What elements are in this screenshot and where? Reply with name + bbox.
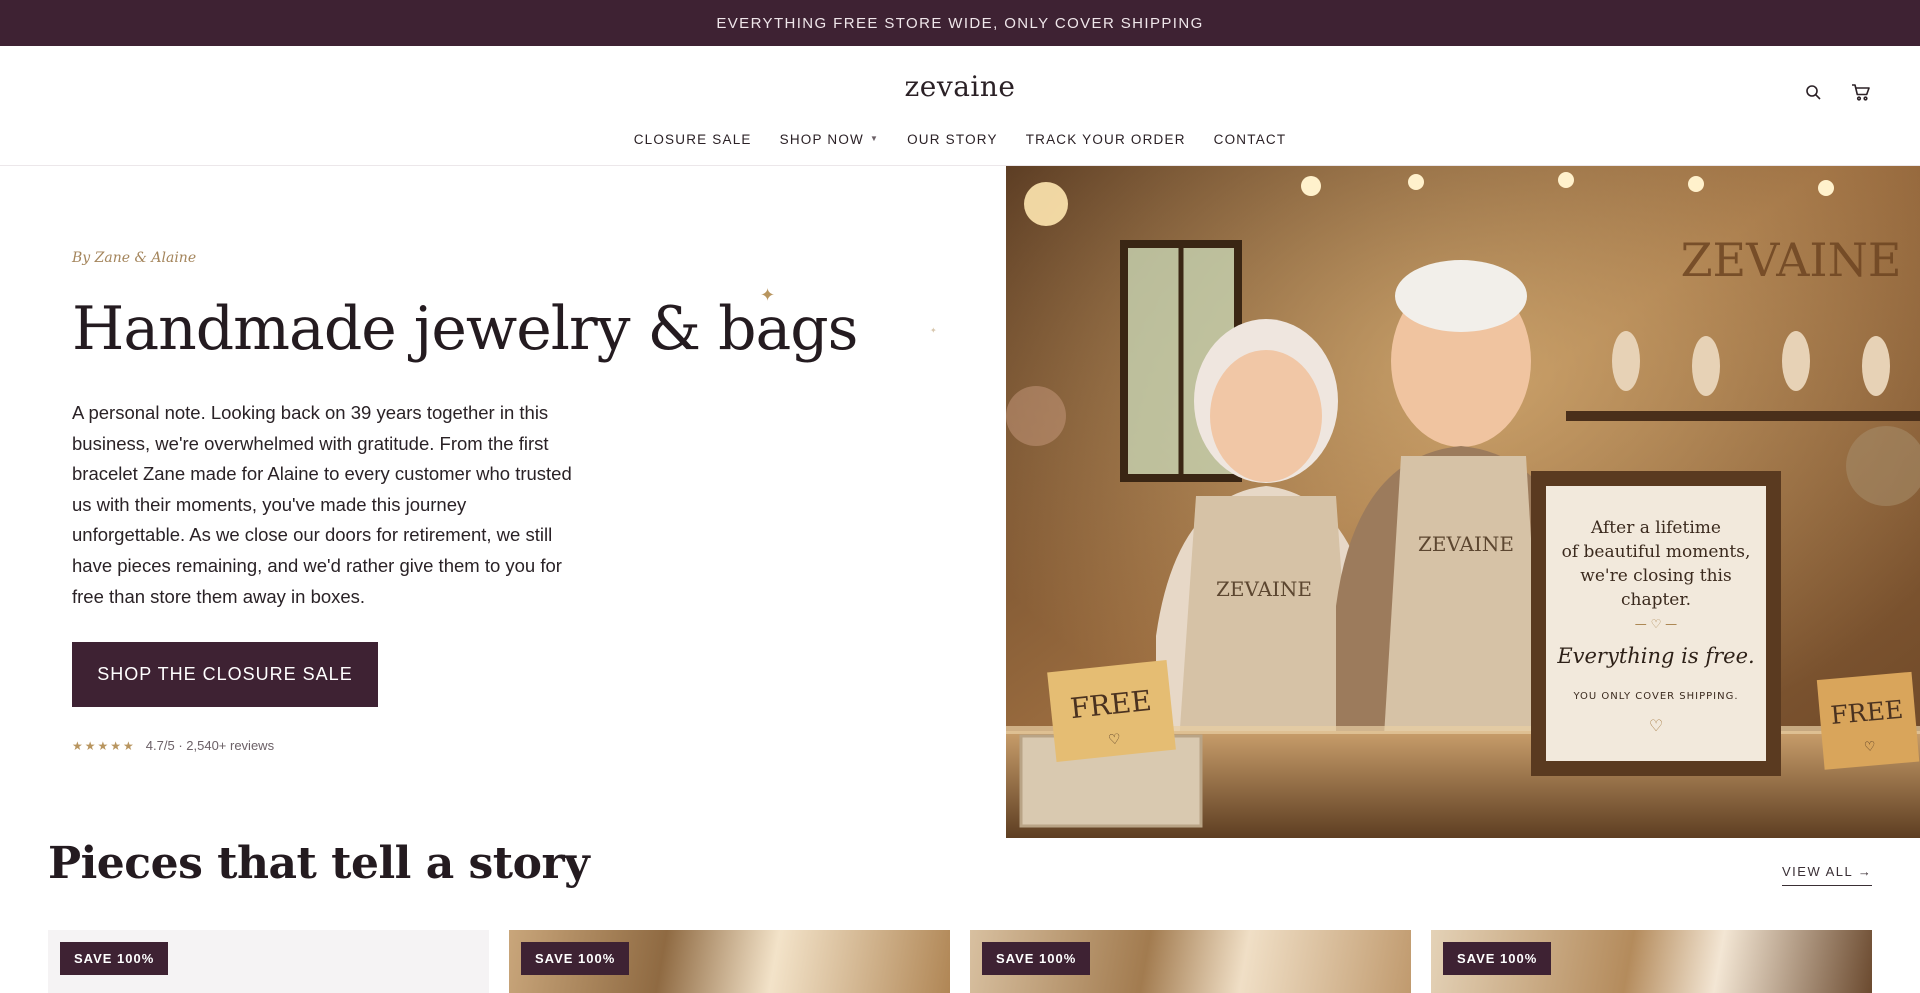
view-all-link[interactable]: VIEW ALL → [1782, 864, 1873, 886]
star-rating-icon: ★★★★★ [72, 738, 136, 753]
nav-track-order[interactable]: TRACK YOUR ORDER [1026, 132, 1186, 147]
svg-text:♡: ♡ [1649, 716, 1663, 735]
product-card[interactable]: SAVE 100% [48, 930, 489, 993]
hero-title: Handmade jewelry & bags [72, 294, 858, 364]
hero-byline: By Zane & Alaine [72, 250, 197, 266]
nav-label: CONTACT [1213, 132, 1287, 147]
hero-image: ZEVAINE ZEVAINE ZEVAINE FREE ♡ After a l… [1006, 166, 1920, 838]
announcement-bar: EVERYTHING FREE STORE WIDE, ONLY COVER S… [0, 0, 1920, 46]
nav-shop-now[interactable]: SHOP NOW ▼ [780, 132, 879, 147]
hero-intro: A personal note. Looking back on 39 year… [72, 402, 572, 607]
frame-script: Everything is free. [1556, 644, 1754, 668]
nav-label: TRACK YOUR ORDER [1025, 132, 1186, 147]
wall-sign-text: ZEVAINE [1681, 233, 1902, 287]
rating: ★★★★★ 4.7/5 · 2,540+ reviews [72, 738, 274, 753]
frame-line: chapter. [1621, 590, 1691, 610]
search-icon[interactable] [1800, 79, 1826, 105]
frame-line: of beautiful moments, [1562, 542, 1751, 562]
announcement-text: EVERYTHING FREE STORE WIDE, ONLY COVER S… [716, 14, 1204, 32]
nav-closure-sale[interactable]: CLOSURE SALE [634, 132, 752, 147]
main-nav: CLOSURE SALE SHOP NOW ▼ OUR STORY TRACK Y… [0, 132, 1920, 147]
apron-text: ZEVAINE [1216, 577, 1312, 601]
product-card[interactable]: SAVE 100% [970, 930, 1411, 993]
nav-label: OUR STORY [907, 132, 998, 147]
sale-badge: SAVE 100% [521, 942, 630, 975]
product-card[interactable]: SAVE 100% [1431, 930, 1872, 993]
apron-text: ZEVAINE [1418, 532, 1514, 556]
chevron-down-icon: ▼ [869, 134, 880, 143]
sale-badge: SAVE 100% [982, 942, 1091, 975]
svg-text:♡: ♡ [1863, 739, 1876, 755]
svg-text:♡: ♡ [1107, 731, 1121, 748]
sale-badge: SAVE 100% [1443, 942, 1552, 975]
nav-contact[interactable]: CONTACT [1214, 132, 1287, 147]
logo[interactable]: zevaine [0, 70, 1920, 103]
hero-section: By Zane & Alaine Handmade jewelry & bags… [0, 166, 1006, 838]
sale-badge: SAVE 100% [60, 942, 169, 975]
nav-label: SHOP NOW [779, 132, 864, 147]
shop-closure-sale-button[interactable]: SHOP THE CLOSURE SALE [72, 642, 378, 707]
collection-title: Pieces that tell a story [48, 838, 590, 889]
frame-line: we're closing this [1580, 566, 1731, 586]
svg-text:— ♡ —: — ♡ — [1635, 617, 1677, 631]
sparkle-icon: ✦ [760, 285, 776, 305]
nav-our-story[interactable]: OUR STORY [907, 132, 998, 147]
rating-text: 4.7/5 · 2,540+ reviews [145, 738, 275, 753]
product-card[interactable]: SAVE 100% [509, 930, 950, 993]
product-grid: SAVE 100% SAVE 100% SAVE 100% SAVE 100% [48, 930, 1872, 993]
site-header: zevaine CLOSURE SALE SHOP NOW ▼ OUR STORY… [0, 46, 1920, 166]
frame-line: After a lifetime [1590, 518, 1721, 538]
sparkle-icon: ✦ [930, 326, 937, 335]
cart-icon[interactable] [1848, 79, 1874, 105]
nav-label: CLOSURE SALE [633, 132, 752, 147]
frame-small: YOU ONLY COVER SHIPPING. [1572, 691, 1738, 702]
